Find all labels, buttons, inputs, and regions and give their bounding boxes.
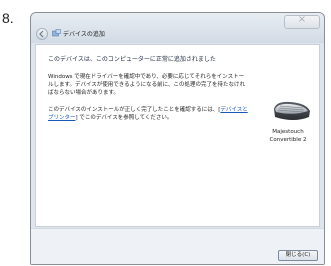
window-title: デバイスの追加 <box>63 31 105 38</box>
step-number: 8. <box>2 10 14 26</box>
add-device-window: × デバイスの追加 このデバイスは、このコンピューターに正常に追加されました W… <box>30 12 325 265</box>
device-name-line1: Majestouch <box>272 129 304 135</box>
verify-text-prefix: このデバイスのインストールが正しく完了したことを確認するには、[ <box>48 107 221 113</box>
back-arrow-icon <box>39 30 44 38</box>
back-button[interactable] <box>36 28 48 40</box>
window-close-button[interactable]: × <box>284 14 320 29</box>
close-icon: × <box>297 14 307 25</box>
driver-info-text: Windows で現在ドライバーを確認中であり、必要に応じてそれらをインストール… <box>48 74 246 96</box>
device-name: Majestouch Convertible 2 <box>258 128 318 144</box>
title-bar: × デバイスの追加 <box>31 13 324 43</box>
success-heading: このデバイスは、このコンピューターに正常に追加されました <box>48 56 216 63</box>
page: 8. × デバイスの追加 このデバイスは、このコンピューターに正常に追加されまし… <box>0 0 331 266</box>
verify-info-text: このデバイスのインストールが正しく完了したことを確認するには、[デバイスとプリン… <box>48 106 248 122</box>
verify-text-suffix: ] でこのデバイスを参照してください。 <box>75 115 173 121</box>
button-bar: 閉じる(C) <box>31 228 324 264</box>
content-panel: このデバイスは、このコンピューターに正常に追加されました Windows で現在… <box>35 44 320 227</box>
device-name-line2: Convertible 2 <box>269 137 307 143</box>
close-button[interactable]: 閉じる(C) <box>278 250 318 261</box>
device-wizard-icon <box>52 29 61 37</box>
